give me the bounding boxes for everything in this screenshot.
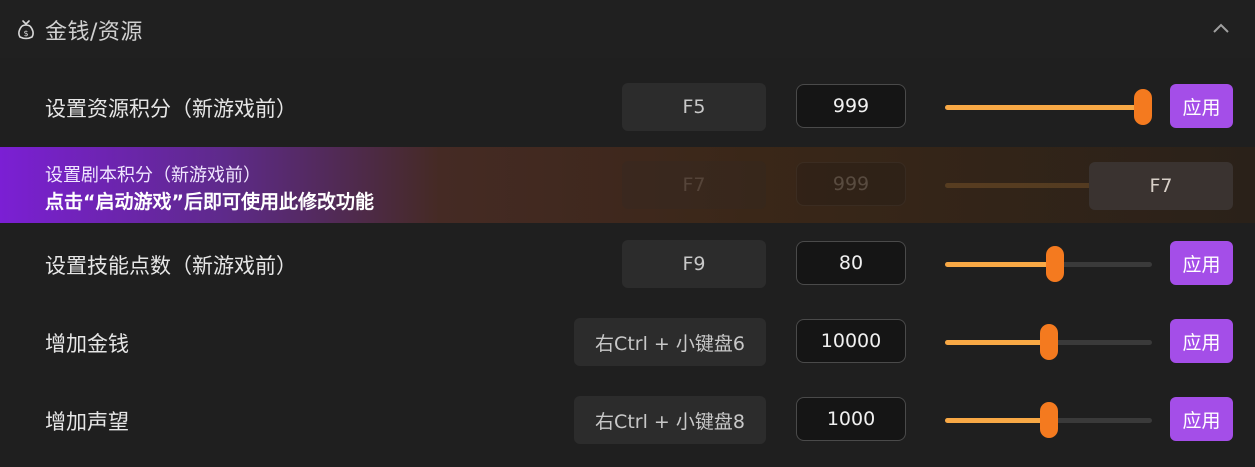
chevron-up-icon[interactable] [1211, 20, 1231, 34]
hotkey-badge[interactable]: F5 [622, 83, 766, 131]
value-input[interactable] [796, 319, 906, 363]
cheat-row-skill-points: 设置技能点数（新游戏前） F9 应用 [0, 226, 1255, 302]
svg-text:$: $ [23, 29, 28, 38]
hotkey-badge[interactable]: 右Ctrl + 小键盘6 [574, 318, 766, 366]
cheat-row-add-money: 增加金钱 右Ctrl + 小键盘6 应用 [0, 304, 1255, 380]
cheat-label: 设置资源积分（新游戏前） [45, 97, 297, 121]
slider-fill [945, 340, 1049, 345]
slider-thumb[interactable] [1046, 246, 1064, 282]
slider-fill [945, 183, 1095, 188]
apply-button[interactable]: 应用 [1170, 84, 1233, 128]
apply-button[interactable]: 应用 [1170, 241, 1233, 285]
section-title: 金钱/资源 [45, 20, 143, 45]
cheat-row-resource-points: 设置资源积分（新游戏前） F5 应用 [0, 69, 1255, 145]
value-slider[interactable] [945, 246, 1152, 282]
value-input[interactable] [796, 397, 906, 441]
launch-game-hint: 点击“启动游戏”后即可使用此修改功能 [45, 191, 374, 213]
apply-button[interactable]: 应用 [1170, 397, 1233, 441]
section-header-money-resources[interactable]: $ 金钱/资源 [0, 0, 1255, 58]
cheat-label: 增加金钱 [45, 332, 129, 356]
money-bag-icon: $ [16, 19, 36, 41]
hotkey-badge[interactable]: 右Ctrl + 小键盘8 [574, 396, 766, 444]
apply-button[interactable]: 应用 [1170, 319, 1233, 363]
slider-thumb[interactable] [1134, 89, 1152, 125]
cheat-row-add-reputation: 增加声望 右Ctrl + 小键盘8 应用 [0, 382, 1255, 458]
value-slider [945, 167, 1095, 203]
value-slider[interactable] [945, 89, 1152, 125]
cheat-label: 设置技能点数（新游戏前） [45, 254, 297, 278]
value-slider[interactable] [945, 402, 1152, 438]
value-input [796, 162, 906, 206]
slider-fill [945, 418, 1049, 423]
hotkey-badge[interactable]: F9 [622, 240, 766, 288]
slider-thumb[interactable] [1040, 324, 1058, 360]
slider-fill [945, 105, 1152, 110]
cheat-label: 增加声望 [45, 410, 129, 434]
cheat-row-script-points-disabled: F7 设置剧本积分（新游戏前） 点击“启动游戏”后即可使用此修改功能 F7 [0, 147, 1255, 223]
hotkey-badge: F7 [622, 161, 766, 209]
value-input[interactable] [796, 241, 906, 285]
hotkey-badge-overlay[interactable]: F7 [1089, 162, 1233, 210]
cheat-label: 设置剧本积分（新游戏前） [45, 165, 261, 186]
slider-thumb[interactable] [1040, 402, 1058, 438]
value-input[interactable] [796, 84, 906, 128]
value-slider[interactable] [945, 324, 1152, 360]
slider-fill [945, 262, 1055, 267]
